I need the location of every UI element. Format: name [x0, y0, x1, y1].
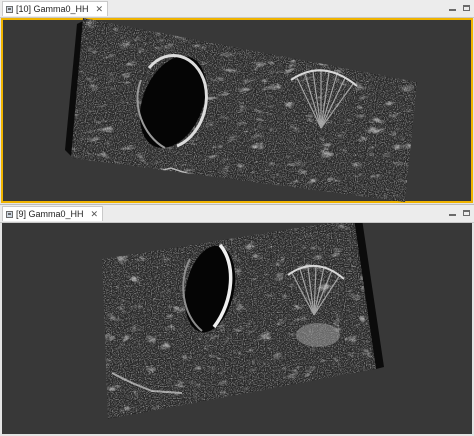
tab-strip: [10] Gamma0_HH ✕	[0, 0, 474, 18]
maximize-icon	[463, 4, 470, 11]
image-view-panel-top: [10] Gamma0_HH ✕	[0, 0, 474, 204]
tab-label: [10] Gamma0_HH	[16, 4, 89, 14]
sar-image-gamma0-hh-9	[102, 223, 384, 419]
tab-gamma0-hh-10[interactable]: [10] Gamma0_HH ✕	[2, 1, 109, 16]
maximize-button[interactable]	[461, 2, 472, 13]
close-icon[interactable]: ✕	[96, 4, 104, 15]
maximize-button[interactable]	[461, 207, 472, 218]
minimize-icon	[449, 8, 456, 11]
image-view-icon	[6, 5, 13, 13]
tab-label: [9] Gamma0_HH	[16, 209, 84, 219]
maximize-icon	[463, 209, 470, 216]
image-view-icon	[6, 210, 13, 218]
image-canvas[interactable]	[2, 223, 472, 434]
window-controls	[447, 2, 472, 13]
window-controls	[447, 207, 472, 218]
image-canvas[interactable]	[1, 18, 473, 203]
sar-image-gamma0-hh-10	[65, 18, 417, 202]
close-icon[interactable]: ✕	[91, 209, 99, 220]
minimize-button[interactable]	[447, 2, 458, 13]
image-view-panel-bottom: [9] Gamma0_HH ✕	[0, 204, 474, 436]
tab-strip: [9] Gamma0_HH ✕	[0, 205, 474, 223]
minimize-icon	[449, 213, 456, 216]
tab-gamma0-hh-9[interactable]: [9] Gamma0_HH ✕	[2, 206, 104, 221]
minimize-button[interactable]	[447, 207, 458, 218]
